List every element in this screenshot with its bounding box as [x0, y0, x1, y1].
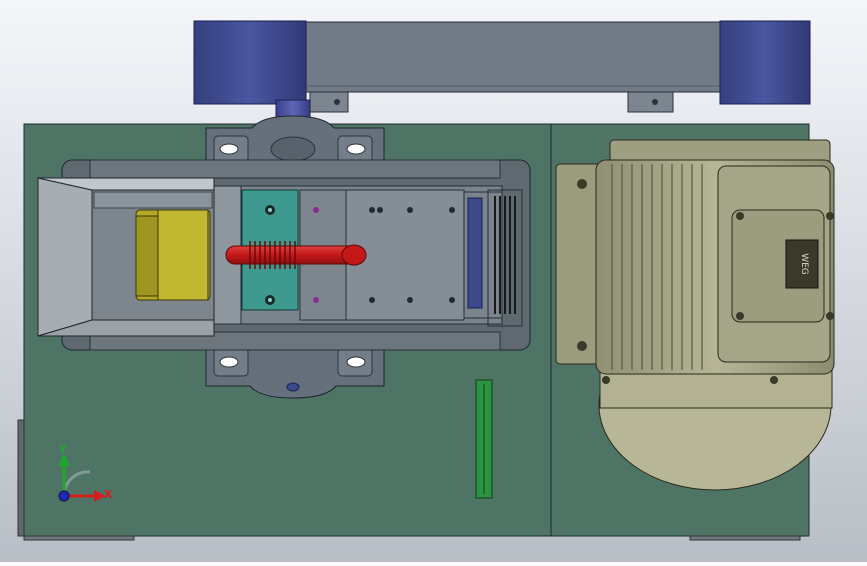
green-bar [475, 379, 493, 499]
beam-end-cap-left [193, 20, 307, 105]
motor-nameplate: WEG [799, 253, 809, 275]
cad-viewport[interactable]: WEG Y X [0, 0, 867, 562]
triad-x-label: X [104, 488, 113, 501]
triad-y-label: Y [58, 443, 68, 456]
yellow-block [135, 209, 211, 301]
beam-end-cap-right [719, 20, 811, 105]
cad-model-view: WEG Y X [0, 0, 867, 562]
